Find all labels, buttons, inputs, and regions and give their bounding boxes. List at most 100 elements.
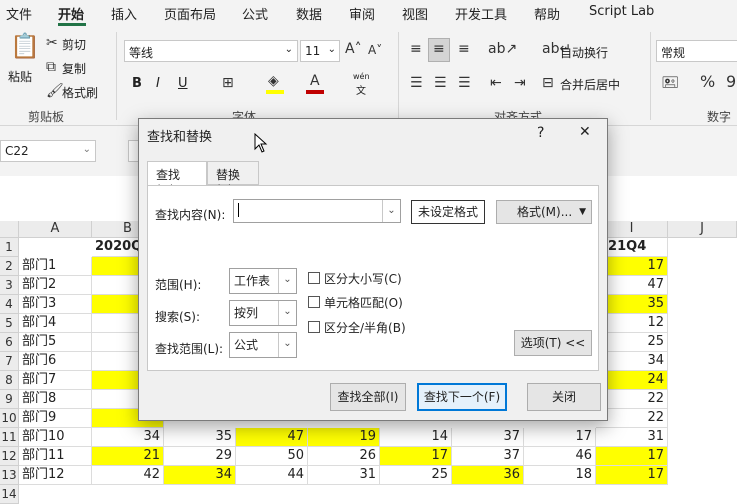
borders-icon[interactable]: ⊞ bbox=[222, 76, 234, 90]
table-cell[interactable]: 42 bbox=[92, 466, 164, 485]
row-header[interactable]: 8 bbox=[0, 371, 19, 390]
table-cell[interactable]: 19 bbox=[308, 428, 380, 447]
cell-dept-name[interactable]: 部门11 bbox=[19, 447, 92, 466]
table-cell[interactable]: 17 bbox=[380, 447, 452, 466]
look-in-select[interactable]: 公式 ⌄ bbox=[229, 332, 297, 358]
table-cell[interactable]: 46 bbox=[524, 447, 596, 466]
table-cell[interactable]: 35 bbox=[164, 428, 236, 447]
bold-button[interactable]: B bbox=[132, 76, 142, 91]
match-cell-checkbox[interactable] bbox=[308, 296, 320, 308]
align-bottom-icon[interactable]: ≡ bbox=[458, 42, 470, 56]
close-button[interactable]: 关闭 bbox=[527, 383, 601, 411]
options-button[interactable]: 选项(T) << bbox=[514, 330, 592, 356]
table-cell[interactable]: 34 bbox=[164, 466, 236, 485]
number-format-select[interactable]: 常规 bbox=[656, 40, 737, 62]
help-button[interactable]: ? bbox=[537, 125, 544, 141]
indent-increase-icon[interactable]: ⇥ bbox=[514, 76, 526, 90]
row-header[interactable]: 14 bbox=[0, 485, 19, 504]
menu-developer[interactable]: 开发工具 bbox=[455, 4, 507, 23]
cut-button[interactable]: 剪切 bbox=[62, 36, 86, 53]
row-header[interactable]: 9 bbox=[0, 390, 19, 409]
search-select[interactable]: 按列 ⌄ bbox=[229, 300, 297, 326]
merge-center-button[interactable]: 合并后居中 bbox=[560, 76, 620, 93]
font-size-select[interactable]: 11 ⌄ bbox=[300, 40, 340, 62]
wrap-text-button[interactable]: 自动换行 bbox=[560, 44, 608, 61]
menu-data[interactable]: 数据 bbox=[296, 4, 322, 23]
table-cell[interactable]: 47 bbox=[236, 428, 308, 447]
find-next-button[interactable]: 查找下一个(F) bbox=[417, 383, 507, 411]
row-header[interactable]: 1 bbox=[0, 238, 19, 257]
paste-button[interactable]: 粘贴 bbox=[8, 68, 32, 85]
menu-script-lab[interactable]: Script Lab bbox=[589, 4, 654, 19]
percent-icon[interactable]: % bbox=[700, 74, 715, 90]
row-header[interactable]: 5 bbox=[0, 314, 19, 333]
table-cell[interactable]: 44 bbox=[236, 466, 308, 485]
row-header[interactable]: 13 bbox=[0, 466, 19, 485]
align-top-icon[interactable]: ≡ bbox=[410, 42, 422, 56]
cell-dept-name[interactable]: 部门6 bbox=[19, 352, 92, 371]
column-header-j[interactable]: J bbox=[668, 221, 737, 238]
cell-dept-name[interactable]: 部门4 bbox=[19, 314, 92, 333]
table-cell[interactable]: 34 bbox=[92, 428, 164, 447]
font-name-select[interactable]: 等线 ⌄ bbox=[124, 40, 298, 62]
column-header-a[interactable]: A bbox=[19, 221, 92, 238]
row-header[interactable]: 7 bbox=[0, 352, 19, 371]
row-header[interactable]: 4 bbox=[0, 295, 19, 314]
align-left-icon[interactable]: ☰ bbox=[410, 76, 423, 90]
menu-file[interactable]: 文件 bbox=[6, 4, 32, 23]
name-box[interactable]: C22 ⌄ bbox=[0, 140, 96, 162]
table-cell[interactable]: 37 bbox=[452, 428, 524, 447]
cell-dept-name[interactable]: 部门9 bbox=[19, 409, 92, 428]
format-button[interactable]: 格式(M)... ▼ bbox=[496, 200, 592, 224]
tab-find[interactable]: 查找(D) bbox=[147, 161, 207, 197]
within-select[interactable]: 工作表 ⌄ bbox=[229, 268, 297, 294]
cell-dept-name[interactable]: 部门2 bbox=[19, 276, 92, 295]
table-cell[interactable]: 21 bbox=[92, 447, 164, 466]
underline-button[interactable]: U bbox=[178, 76, 188, 91]
row-header[interactable]: 2 bbox=[0, 257, 19, 276]
table-cell[interactable]: 29 bbox=[164, 447, 236, 466]
decrease-font-icon[interactable]: A˅ bbox=[368, 44, 382, 56]
match-width-checkbox[interactable] bbox=[308, 321, 320, 333]
row-header[interactable]: 12 bbox=[0, 447, 19, 466]
format-painter-button[interactable]: 格式刷 bbox=[62, 84, 98, 101]
menu-help[interactable]: 帮助 bbox=[534, 4, 560, 23]
row-header[interactable]: 6 bbox=[0, 333, 19, 352]
align-center-icon[interactable]: ☰ bbox=[434, 76, 447, 90]
comma-icon[interactable]: 9 bbox=[726, 74, 736, 90]
cut-icon[interactable]: ✂ bbox=[46, 36, 58, 50]
menu-home[interactable]: 开始 bbox=[58, 4, 84, 23]
menu-insert[interactable]: 插入 bbox=[111, 4, 137, 23]
cell-i[interactable]: 31 bbox=[596, 428, 668, 447]
table-cell[interactable]: 18 bbox=[524, 466, 596, 485]
cell-dept-name[interactable]: 部门1 bbox=[19, 257, 92, 276]
cell-dept-name[interactable]: 部门5 bbox=[19, 333, 92, 352]
close-icon[interactable]: ✕ bbox=[579, 124, 591, 140]
table-cell[interactable]: 37 bbox=[452, 447, 524, 466]
find-all-button[interactable]: 查找全部(I) bbox=[330, 383, 406, 411]
menu-page-layout[interactable]: 页面布局 bbox=[164, 4, 216, 23]
currency-icon[interactable]: 🖭 bbox=[662, 76, 678, 90]
match-case-checkbox[interactable] bbox=[308, 272, 320, 284]
find-what-input[interactable]: ⌄ bbox=[233, 199, 401, 223]
orientation-icon[interactable]: ab↗ bbox=[488, 42, 517, 56]
phonetic-label[interactable]: wén bbox=[353, 72, 370, 81]
font-color-icon[interactable]: A bbox=[310, 74, 320, 88]
menu-view[interactable]: 视图 bbox=[402, 4, 428, 23]
table-cell[interactable]: 31 bbox=[308, 466, 380, 485]
row-header[interactable]: 10 bbox=[0, 409, 19, 428]
cell-dept-name[interactable]: 部门3 bbox=[19, 295, 92, 314]
menu-formulas[interactable]: 公式 bbox=[242, 4, 268, 23]
merge-center-icon[interactable]: ⊟ bbox=[542, 76, 554, 90]
chevron-down-icon[interactable]: ⌄ bbox=[382, 200, 400, 222]
copy-icon[interactable]: ⧉ bbox=[46, 60, 56, 74]
cell-dept-name[interactable]: 部门7 bbox=[19, 371, 92, 390]
cell-dept-name[interactable]: 部门10 bbox=[19, 428, 92, 447]
cell-dept-name[interactable]: 部门8 bbox=[19, 390, 92, 409]
table-cell[interactable]: 26 bbox=[308, 447, 380, 466]
cell-dept-name[interactable]: 部门12 bbox=[19, 466, 92, 485]
table-cell[interactable]: 17 bbox=[524, 428, 596, 447]
table-cell[interactable]: 50 bbox=[236, 447, 308, 466]
select-all-corner[interactable] bbox=[0, 221, 19, 238]
increase-font-icon[interactable]: A˄ bbox=[345, 42, 362, 56]
